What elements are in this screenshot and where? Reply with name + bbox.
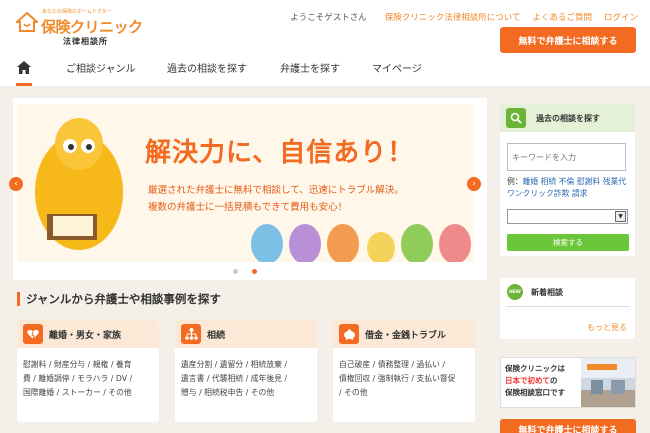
banner-line-2: 日本で初めての [505,375,581,387]
card-topic-line[interactable]: / その他 [339,386,469,400]
mascot-group-illustration [251,224,471,262]
nav-home[interactable] [12,57,36,79]
banner-particle: の [550,376,558,385]
search-box-title: 過去の相談を探す [536,113,600,123]
example-link[interactable]: 慰謝料 [577,177,600,186]
new-box-header: NEW 新着相談 [500,278,635,306]
keyword-search-input[interactable] [507,143,626,171]
card-title: 相続 [207,330,226,341]
new-badge-icon: NEW [507,284,523,300]
chevron-left-icon: ‹ [14,179,18,189]
broken-heart-icon [23,324,43,344]
card-topic-line[interactable]: 遺言書 / 代襲相続 / 成年後見 / [181,372,311,386]
heading-accent-bar [17,291,20,306]
card-topic-line[interactable]: 債権回収 / 強制執行 / 支払い督促 [339,372,469,386]
hero-next-button[interactable]: › [467,177,481,191]
example-link[interactable]: 請求 [572,189,588,198]
search-box-header: 過去の相談を探す [500,104,635,132]
example-link[interactable]: 離婚 [523,177,539,186]
free-consult-button[interactable]: 無料で弁護士に相談する [500,27,636,53]
hero-subtitle-2: 複数の弁護士に一括見積もできて費用も安心！ [148,202,348,213]
genre-select[interactable]: ▼ [507,209,628,224]
card-topic-line[interactable]: 遺産分割 / 遺留分 / 相続放棄 / [181,358,311,372]
site-header: あなたの保険のホームドクター 保険クリニック 法律相談所 ようこそゲストさん 保… [0,0,650,86]
mascot-illustration [35,118,123,250]
card-header: 借金・金銭トラブル [333,320,475,348]
card-topics: 遺産分割 / 遺留分 / 相続放棄 / 遺言書 / 代襲相続 / 成年後見 / … [175,348,317,400]
nav-item-past-consultations[interactable]: 過去の相談を探す [167,60,247,75]
genre-card-divorce[interactable]: 離婚・男女・家族 慰謝料 / 財産分与 / 親権 / 養育 費 / 離婚調停 /… [17,320,159,422]
logo-name: 保険クリニック [41,18,143,36]
card-topic-line[interactable]: 贈与 / 相続税申告 / その他 [181,386,311,400]
banner-line-1: 保険クリニックは [505,364,565,373]
hero-title: 解決力に、自信あり！ [145,138,415,168]
banner-line-3: 保険相談窓口です [505,388,565,397]
more-link[interactable]: もっと見る [587,322,627,333]
login-link[interactable]: ログイン [604,11,638,23]
search-examples: 例：離婚 相続 不倫 慰謝料 残業代 ワンクリック詐欺 請求 [507,176,633,200]
logo-subtitle: 法律相談所 [63,37,108,46]
card-topics: 慰謝料 / 財産分与 / 親権 / 養育 費 / 離婚調停 / モラハラ / D… [17,348,159,400]
example-link[interactable]: 不倫 [559,177,575,186]
office-photo [581,358,635,407]
clinic-banner[interactable]: 保険クリニックは 日本で初めての 保険相談窓口です [500,357,636,408]
nav-active-indicator [16,83,32,86]
logo-tagline: あなたの保険のホームドクター [42,9,112,15]
site-logo[interactable]: あなたの保険のホームドクター 保険クリニック 法律相談所 [14,6,146,46]
house-logo-icon [14,11,40,32]
card-topic-line[interactable]: 費 / 離婚調停 / モラハラ / DV / [23,372,153,386]
card-topic-line[interactable]: 国際離婚 / ストーカー / その他 [23,386,153,400]
family-tree-icon [181,324,201,344]
search-button[interactable]: 検索する [507,234,629,251]
top-links: ようこそゲストさん 保険クリニック法律相談所について よくあるご質問 ログイン [290,11,638,23]
home-icon [17,60,31,76]
faq-link[interactable]: よくあるご質問 [532,11,592,23]
genre-section-title: ジャンルから弁護士や相談事例を探す [26,291,221,306]
card-topics: 自己破産 / 債務整理 / 過払い / 債権回収 / 強制執行 / 支払い督促 … [333,348,475,400]
genre-section-heading: ジャンルから弁護士や相談事例を探す [17,291,221,306]
about-link[interactable]: 保険クリニック法律相談所について [385,11,521,23]
chevron-right-icon: › [472,179,476,189]
nav-item-mypage[interactable]: マイページ [372,60,422,75]
hero-prev-button[interactable]: ‹ [9,177,23,191]
hero-dot-2[interactable] [252,269,257,274]
piggy-bank-icon [339,324,359,344]
genre-card-debt[interactable]: 借金・金銭トラブル 自己破産 / 債務整理 / 過払い / 債権回収 / 強制執… [333,320,475,422]
hero-subtitle-1: 厳選された弁護士に無料で相談して、迅速にトラブル解決。 [148,185,404,196]
chevron-down-icon: ▼ [615,211,626,222]
examples-label: 例： [507,177,523,186]
search-icon [506,108,526,128]
example-link[interactable]: 残業代 [603,177,626,186]
genre-card-inheritance[interactable]: 相続 遺産分割 / 遺留分 / 相続放棄 / 遺言書 / 代襲相続 / 成年後見… [175,320,317,422]
card-title: 借金・金銭トラブル [365,330,447,341]
banner-text: 保険クリニックは 日本で初めての 保険相談窓口です [505,363,581,399]
card-title: 離婚・男女・家族 [49,330,122,341]
nav-item-genre[interactable]: ご相談ジャンル [66,60,136,75]
welcome-text: ようこそゲストさん [290,13,367,23]
new-consultations-box: NEW 新着相談 もっと見る [500,278,635,339]
card-header: 相続 [175,320,317,348]
new-box-title: 新着相談 [531,287,563,297]
example-link[interactable]: ワンクリック詐欺 [507,189,569,198]
past-consultation-search-box: 過去の相談を探す 例：離婚 相続 不倫 慰謝料 残業代 ワンクリック詐欺 請求 … [500,104,635,256]
example-link[interactable]: 相続 [541,177,557,186]
hero-slide[interactable]: 解決力に、自信あり！ 厳選された弁護士に無料で相談して、迅速にトラブル解決。 複… [17,104,474,262]
card-topic-line[interactable]: 自己破産 / 債務整理 / 過払い / [339,358,469,372]
card-topic-line[interactable]: 慰謝料 / 財産分与 / 親権 / 養育 [23,358,153,372]
banner-highlight: 日本で初めて [505,376,550,385]
divider [506,306,630,307]
main-nav: ご相談ジャンル 過去の相談を探す 弁護士を探す マイページ [0,53,500,86]
hero-dot-1[interactable] [233,269,238,274]
card-header: 離婚・男女・家族 [17,320,159,348]
nav-item-find-lawyer[interactable]: 弁護士を探す [280,60,340,75]
free-consult-button-sidebar[interactable]: 無料で弁護士に相談する [500,419,636,433]
